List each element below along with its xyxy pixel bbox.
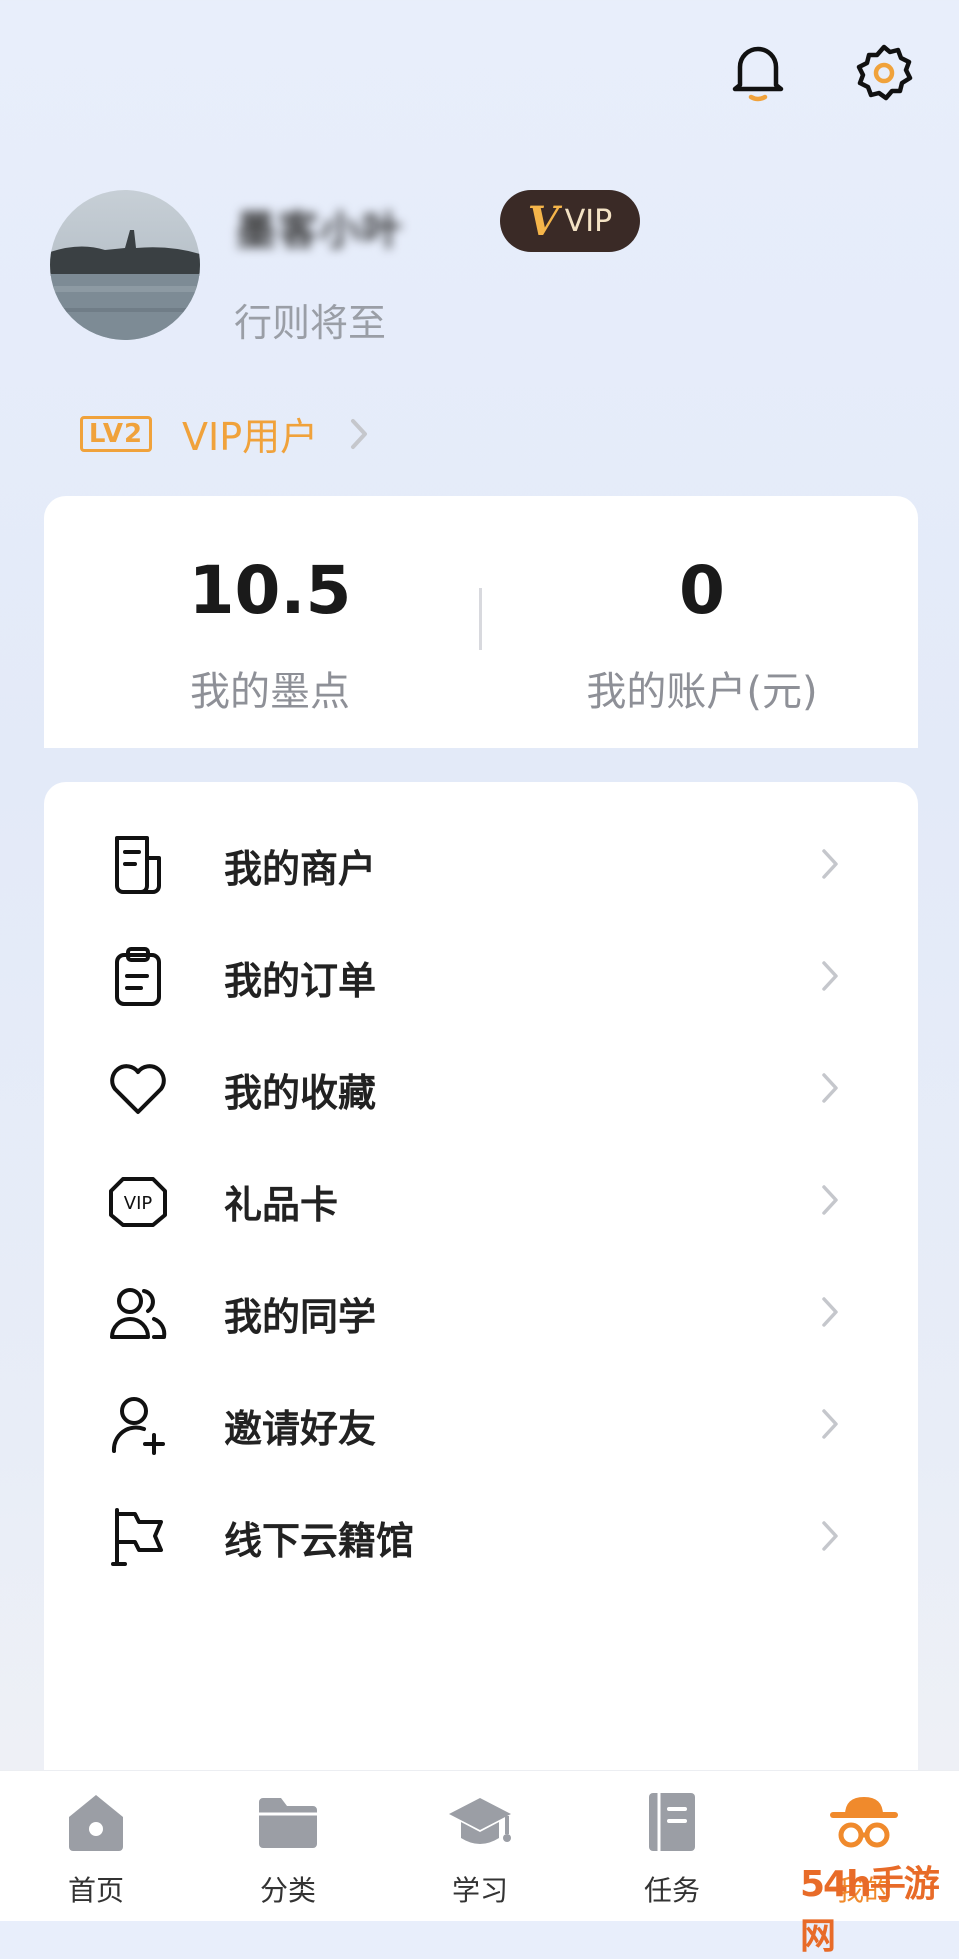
- nav-label: 学习: [451, 1874, 508, 1907]
- menu-label: 我的同学: [224, 1294, 377, 1339]
- menu-item-merchant[interactable]: 我的商户: [44, 809, 918, 921]
- nav-study[interactable]: 学习: [384, 1771, 576, 1921]
- menu-item-classmates[interactable]: 我的同学: [44, 1257, 918, 1369]
- stat-value: 0: [679, 552, 725, 629]
- watermark: 54h手游网: [800, 1864, 940, 1957]
- vip-badge[interactable]: V VIP: [500, 190, 640, 252]
- vip-card-icon: VIP: [106, 1169, 170, 1233]
- svg-text:VIP: VIP: [124, 1193, 153, 1214]
- vip-badge-label: VIP: [564, 203, 613, 239]
- level-text: VIP用户: [182, 415, 319, 459]
- nav-label: 分类: [259, 1874, 316, 1907]
- nav-label: 任务: [643, 1874, 700, 1907]
- stats-card: 10.5 我的墨点 0 我的账户(元): [44, 496, 918, 748]
- profile-subtitle: 行则将至: [234, 301, 387, 345]
- menu-item-offline-library[interactable]: 线下云籍馆: [44, 1481, 918, 1593]
- nav-home[interactable]: 首页: [0, 1771, 192, 1921]
- flag-icon: [106, 1505, 170, 1569]
- menu-label: 线下云籍馆: [224, 1518, 415, 1563]
- graduation-cap-icon: [384, 1789, 576, 1855]
- heart-icon: [106, 1057, 170, 1121]
- users-icon: [106, 1281, 170, 1345]
- avatar[interactable]: [50, 190, 200, 340]
- menu-label: 我的商户: [224, 846, 377, 891]
- add-user-icon: [106, 1393, 170, 1457]
- stat-label: 我的账户(元): [586, 669, 818, 715]
- level-row[interactable]: LV2 VIP用户: [80, 406, 370, 461]
- chevron-right-icon: [351, 418, 368, 449]
- menu-item-favorites[interactable]: 我的收藏: [44, 1033, 918, 1145]
- menu-label: 礼品卡: [224, 1182, 339, 1227]
- bell-icon[interactable]: [726, 40, 790, 104]
- menu-item-orders[interactable]: 我的订单: [44, 921, 918, 1033]
- chevron-right-icon: [822, 961, 838, 991]
- stat-value: 10.5: [188, 552, 352, 629]
- menu-card: 我的商户 我的订单 我的收藏 VIP 礼品卡 我的同学 邀请好友 线下云籍馆: [44, 782, 918, 1782]
- notebook-icon: [576, 1789, 768, 1855]
- vip-v-mark: V: [527, 197, 559, 245]
- menu-item-invite-friends[interactable]: 邀请好友: [44, 1369, 918, 1481]
- chevron-right-icon: [822, 1409, 838, 1439]
- chevron-right-icon: [822, 1297, 838, 1327]
- stat-label: 我的墨点: [190, 669, 350, 715]
- profile-hat-glasses-icon: [768, 1789, 959, 1855]
- nav-tasks[interactable]: 任务: [576, 1771, 768, 1921]
- home-icon: [0, 1789, 192, 1855]
- menu-label: 我的订单: [224, 958, 377, 1003]
- stats-divider: [479, 588, 482, 650]
- chevron-right-icon: [822, 1073, 838, 1103]
- settings-gear-icon[interactable]: [852, 40, 916, 104]
- folder-icon: [192, 1789, 384, 1855]
- chevron-right-icon: [822, 1185, 838, 1215]
- stat-account-balance[interactable]: 0 我的账户(元): [492, 552, 912, 717]
- clipboard-icon: [106, 945, 170, 1009]
- menu-item-gift-card[interactable]: VIP 礼品卡: [44, 1145, 918, 1257]
- username: 墨客小叶: [236, 208, 404, 254]
- stat-ink-points[interactable]: 10.5 我的墨点: [60, 552, 480, 717]
- chevron-right-icon: [822, 1521, 838, 1551]
- menu-label: 邀请好友: [224, 1406, 377, 1451]
- nav-label: 首页: [67, 1874, 124, 1907]
- nav-category[interactable]: 分类: [192, 1771, 384, 1921]
- chevron-right-icon: [822, 849, 838, 879]
- merchant-doc-icon: [106, 833, 170, 897]
- level-tag: LV2: [80, 415, 152, 452]
- menu-label: 我的收藏: [224, 1070, 377, 1115]
